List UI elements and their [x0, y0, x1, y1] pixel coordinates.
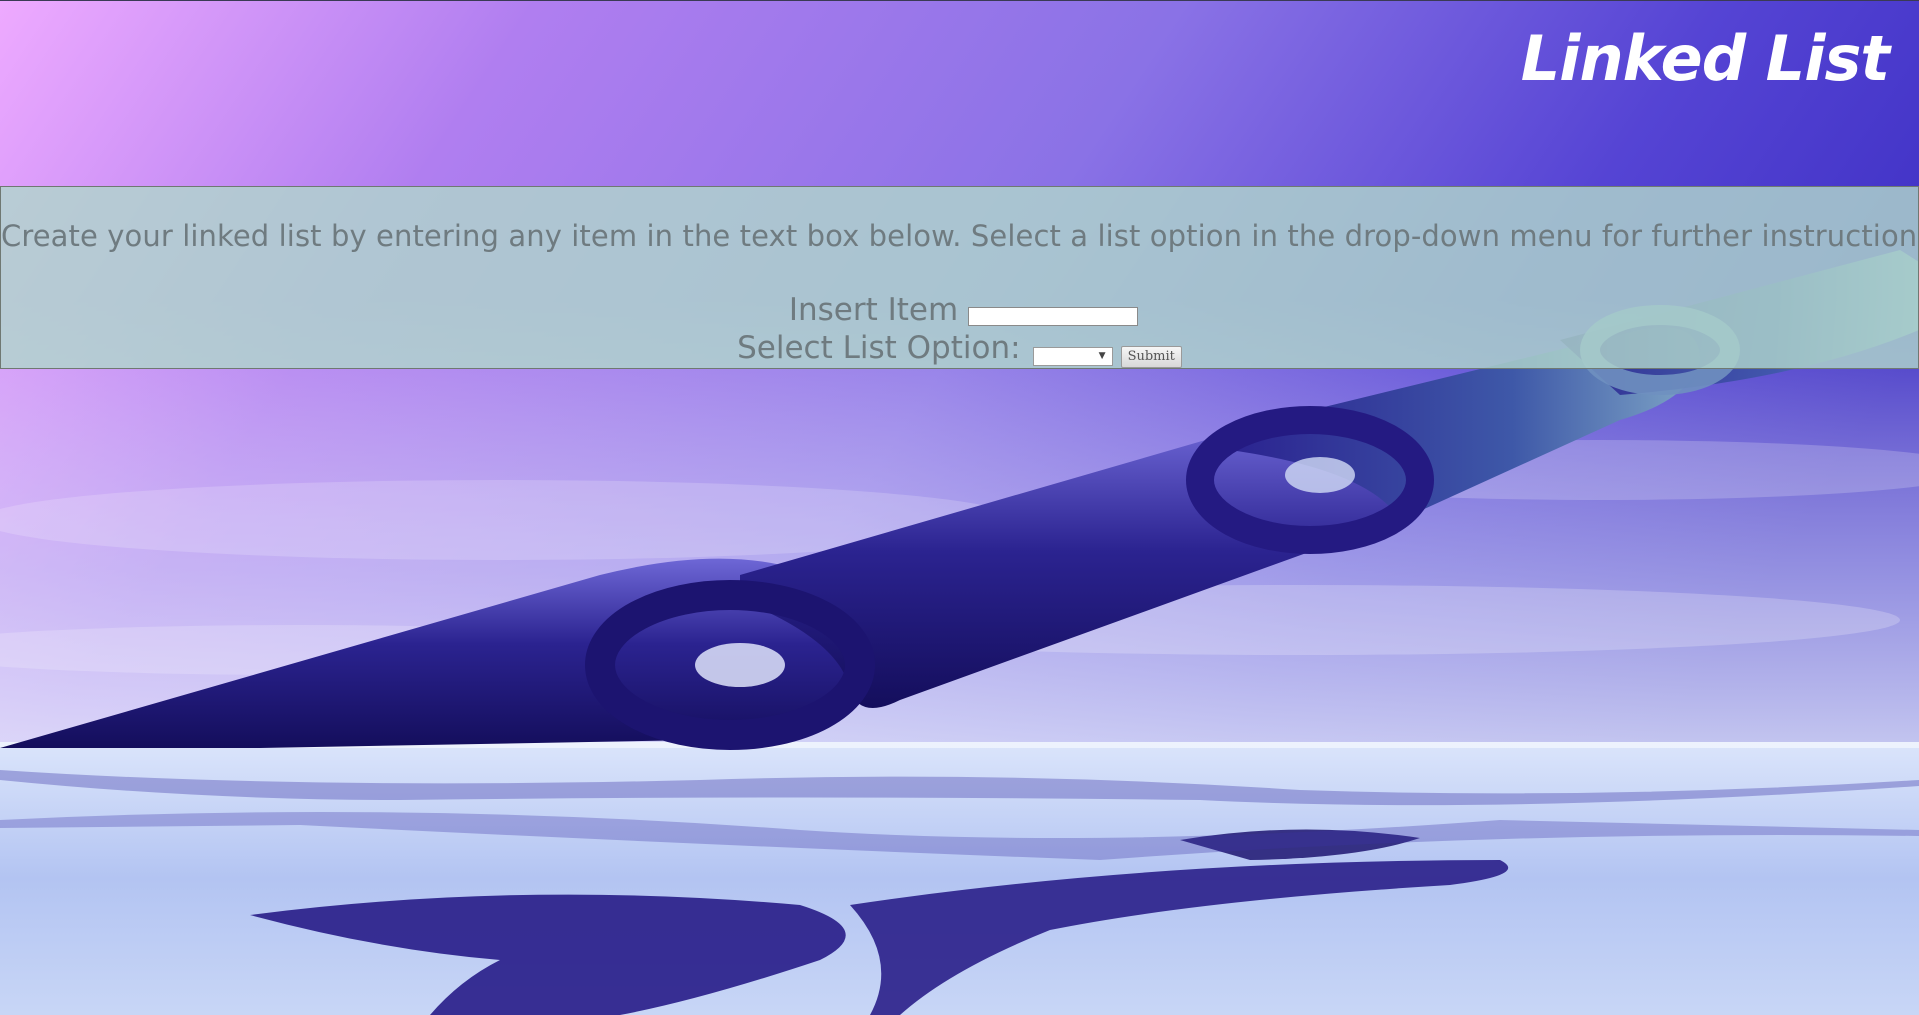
list-option-dropdown[interactable]: ▼	[1032, 347, 1113, 366]
select-option-label: Select List Option:	[737, 330, 1021, 366]
submit-button[interactable]: Submit	[1120, 345, 1182, 368]
background-image	[0, 0, 1919, 1015]
select-option-row: Select List Option: ▼ Submit	[1, 330, 1918, 368]
insert-item-input[interactable]	[968, 307, 1139, 326]
insert-item-row: Insert Item	[1, 295, 1918, 326]
insert-item-label: Insert Item	[788, 292, 959, 328]
chevron-down-icon: ▼	[1098, 351, 1106, 361]
linked-list-form-panel: Create your linked list by entering any …	[0, 186, 1919, 369]
instructions-text: Create your linked list by entering any …	[1, 219, 1919, 253]
top-border	[0, 0, 1919, 1]
page-title: Linked List	[1520, 22, 1890, 95]
